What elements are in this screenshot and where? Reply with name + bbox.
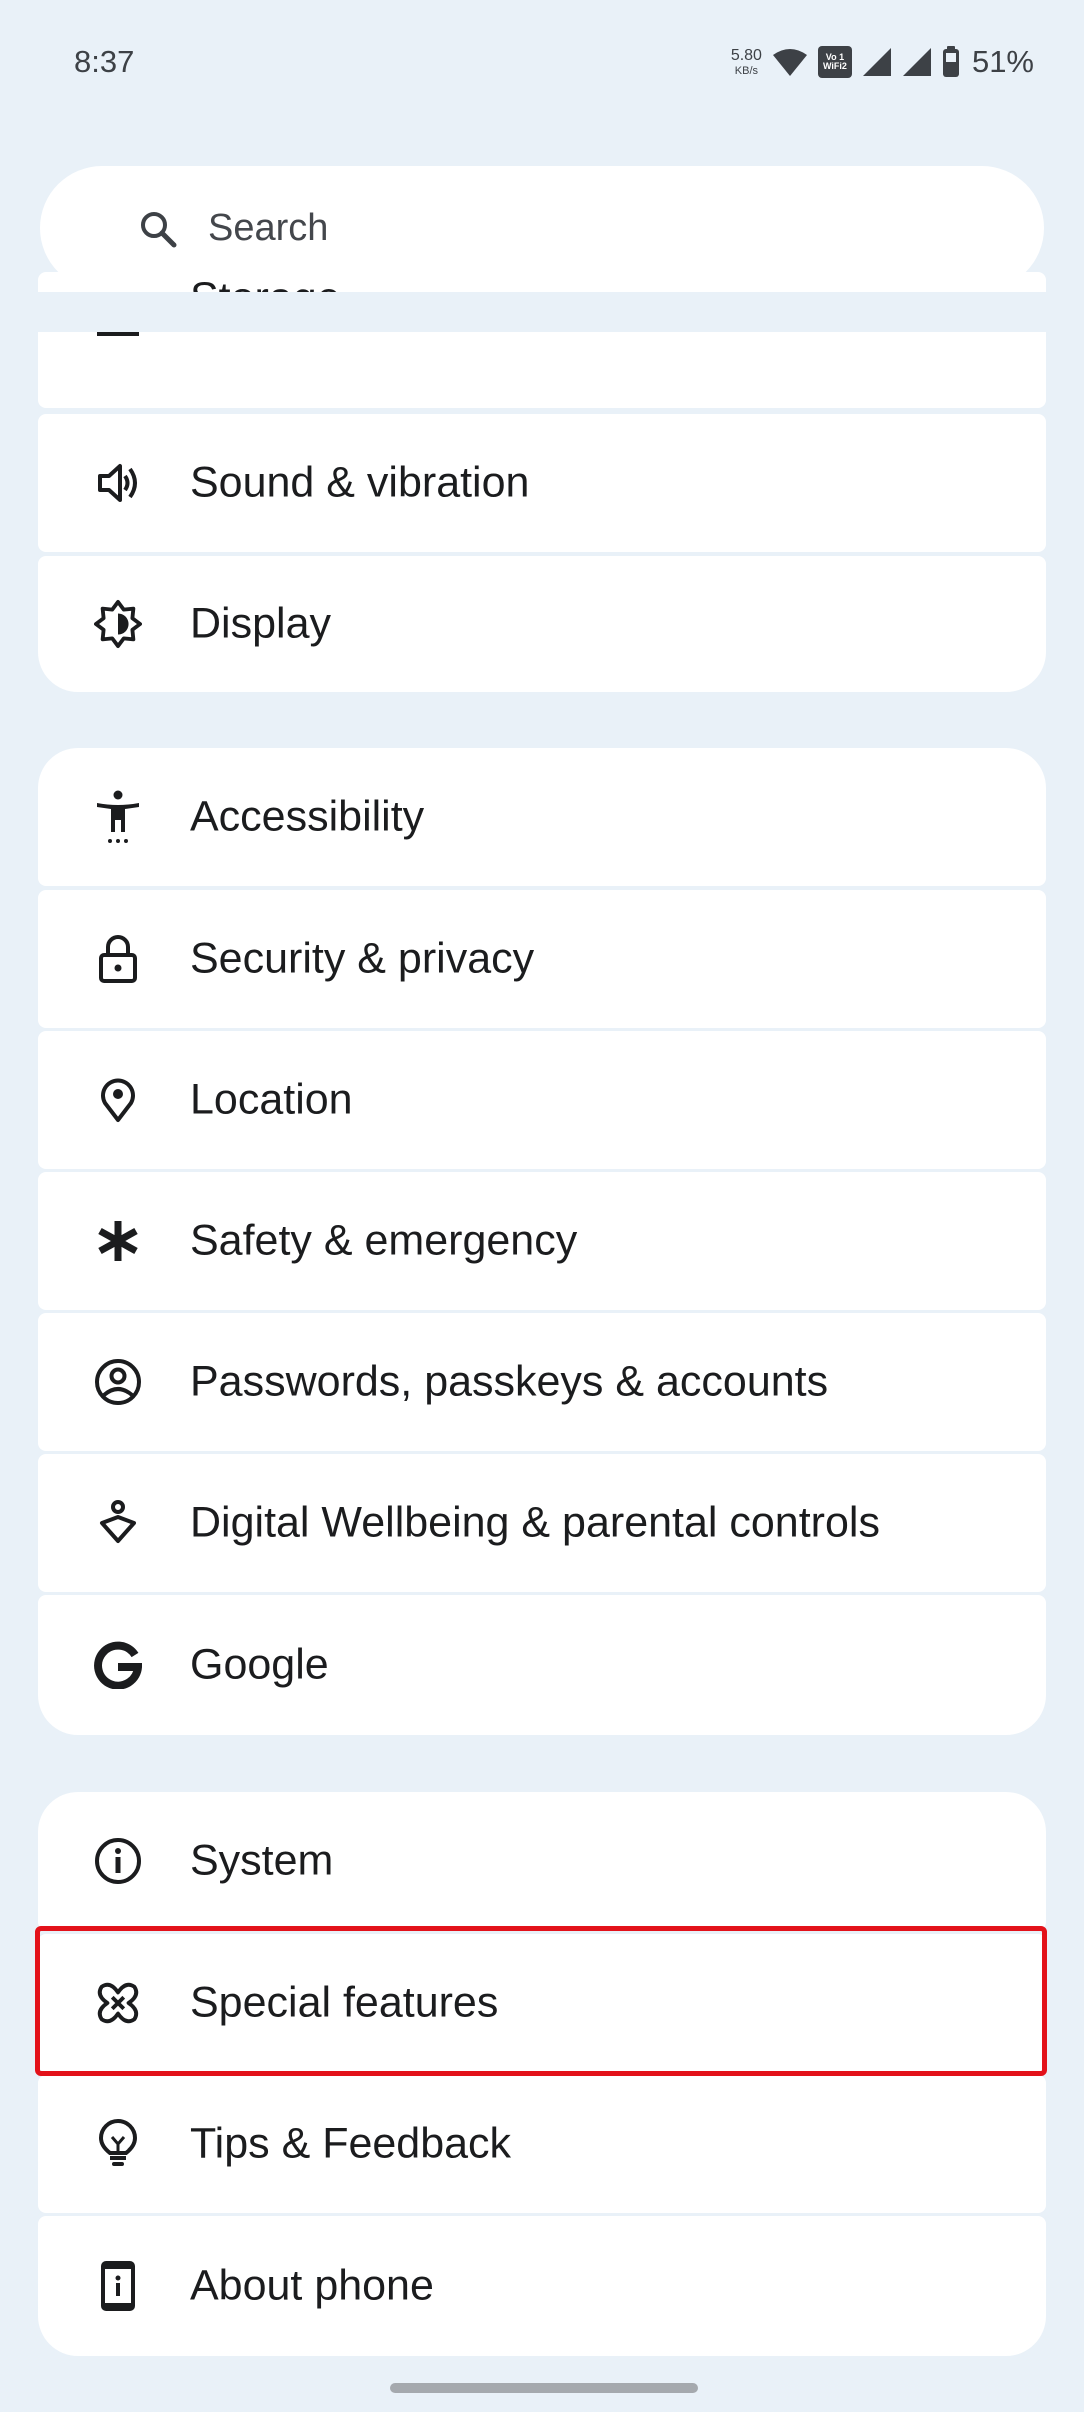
status-icons: 5.80 KB/s Vo 1 WiFi2 51% <box>731 42 1034 82</box>
phone-info-icon <box>94 2261 142 2311</box>
settings-item-label: Security & privacy <box>190 934 535 983</box>
settings-item-label: Tips & Feedback <box>190 2119 512 2168</box>
status-bar: 8:37 5.80 KB/s Vo 1 WiFi2 51% <box>0 0 1084 130</box>
battery-icon <box>942 46 959 77</box>
account-circle-icon <box>94 1358 142 1406</box>
wifi-icon <box>772 49 807 76</box>
settings-item-location[interactable]: Location <box>38 1031 1046 1169</box>
network-speed: 5.80 KB/s <box>730 46 762 77</box>
settings-item-label: Safety & emergency <box>190 1216 578 1265</box>
settings-item-accessibility[interactable]: Accessibility <box>38 748 1046 886</box>
lock-icon <box>94 935 142 983</box>
google-icon <box>94 1641 142 1689</box>
scroll-clip <box>0 292 1084 332</box>
lightbulb-icon <box>94 2119 142 2168</box>
search-placeholder: Search <box>208 207 329 249</box>
accessibility-icon <box>94 790 142 843</box>
settings-item-security[interactable]: Security & privacy <box>38 890 1046 1028</box>
settings-item-label: Special features <box>190 1978 499 2027</box>
signal-sim2-icon <box>902 48 931 76</box>
search-icon <box>141 212 177 248</box>
asterisk-icon <box>94 1217 142 1265</box>
settings-item-display[interactable]: Display <box>38 556 1046 692</box>
volume-icon <box>94 459 142 507</box>
info-icon <box>94 1837 142 1885</box>
gesture-handle[interactable] <box>390 2383 698 2393</box>
status-time: 8:37 <box>74 44 135 79</box>
vowifi-icon: Vo 1 WiFi2 <box>817 46 852 78</box>
location-pin-icon <box>94 1076 142 1124</box>
settings-item-passwords[interactable]: Passwords, passkeys & accounts <box>38 1313 1046 1451</box>
wellbeing-icon <box>94 1499 142 1547</box>
settings-item-sound[interactable]: Sound & vibration <box>38 414 1046 552</box>
settings-item-system[interactable]: System <box>38 1792 1046 1930</box>
settings-item-wellbeing[interactable]: Digital Wellbeing & parental controls <box>38 1454 1046 1592</box>
settings-item-label: Location <box>190 1075 353 1124</box>
settings-item-label: Digital Wellbeing & parental controls <box>190 1498 880 1547</box>
network-speed-unit: KB/s <box>734 64 758 77</box>
settings-item-safety[interactable]: Safety & emergency <box>38 1172 1046 1310</box>
vowifi-bottom: WiFi2 <box>822 61 847 71</box>
settings-item-label: About phone <box>190 2261 434 2310</box>
battery-percent: 51% <box>971 44 1034 79</box>
settings-item-special-features[interactable]: Special features <box>38 1934 1046 2072</box>
settings-item-label: System <box>190 1836 334 1885</box>
settings-item-tips[interactable]: Tips & Feedback <box>38 2075 1046 2213</box>
settings-item-label: Passwords, passkeys & accounts <box>190 1357 829 1406</box>
settings-item-label: Accessibility <box>190 792 425 841</box>
settings-item-about-phone[interactable]: About phone <box>38 2216 1046 2356</box>
settings-item-google[interactable]: Google <box>38 1595 1046 1735</box>
network-speed-value: 5.80 <box>730 46 762 64</box>
settings-item-label: Display <box>190 599 331 648</box>
signal-sim1-icon <box>862 48 891 76</box>
settings-item-label: Sound & vibration <box>190 458 530 507</box>
special-features-icon <box>94 1979 142 2027</box>
brightness-icon <box>94 600 142 648</box>
settings-item-label: Google <box>190 1640 329 1689</box>
